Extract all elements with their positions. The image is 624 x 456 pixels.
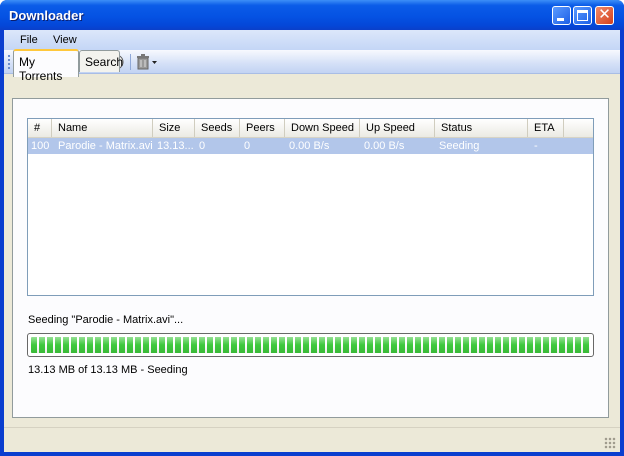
resize-grip[interactable] bbox=[604, 437, 616, 449]
tab-search-label: Search bbox=[85, 55, 124, 69]
cell-num: 100 bbox=[31, 140, 50, 152]
column-header-status[interactable]: Status bbox=[435, 119, 528, 137]
column-header-seeds[interactable]: Seeds bbox=[195, 119, 240, 137]
cell-peers: 0 bbox=[244, 140, 251, 152]
maximize-icon bbox=[577, 10, 588, 21]
status-bar bbox=[4, 427, 620, 452]
tab-search[interactable]: Search bbox=[79, 50, 124, 72]
column-header-num[interactable]: # bbox=[28, 119, 52, 137]
status-line: Seeding "Parodie - Matrix.avi"... bbox=[28, 314, 184, 326]
list-header: # Name Size Seeds Peers Down Speed Up Sp… bbox=[28, 119, 593, 138]
chevron-down-icon bbox=[152, 61, 157, 64]
close-icon: ✕ bbox=[598, 6, 611, 23]
tab-my-torrents[interactable]: My Torrents bbox=[13, 49, 79, 83]
minimize-button[interactable] bbox=[552, 6, 571, 25]
delete-icon bbox=[137, 54, 157, 70]
cell-size: 13.13... bbox=[157, 140, 193, 152]
cell-seeds: 0 bbox=[199, 140, 206, 152]
column-header-name[interactable]: Name bbox=[52, 119, 153, 137]
title-bar[interactable]: Downloader ✕ bbox=[0, 0, 624, 30]
cell-down-speed: 0.00 B/s bbox=[289, 140, 330, 152]
minimize-icon bbox=[557, 18, 564, 21]
cell-name: Parodie - Matrix.avi bbox=[58, 140, 152, 152]
maximize-button[interactable] bbox=[573, 6, 592, 25]
column-header-size[interactable]: Size bbox=[153, 119, 195, 137]
progress-fill bbox=[31, 337, 590, 353]
window-title: Downloader bbox=[9, 8, 84, 23]
progress-bar bbox=[27, 333, 594, 357]
column-header-peers[interactable]: Peers bbox=[240, 119, 285, 137]
cell-up-speed: 0.00 B/s bbox=[364, 140, 405, 152]
tab-my-torrents-label: My Torrents bbox=[19, 55, 63, 83]
torrent-list[interactable]: # Name Size Seeds Peers Down Speed Up Sp… bbox=[27, 118, 594, 296]
column-header-eta[interactable]: ETA bbox=[528, 119, 564, 137]
column-header-up-speed[interactable]: Up Speed bbox=[360, 119, 435, 137]
menu-bar: File View bbox=[4, 30, 620, 50]
size-line: 13.13 MB of 13.13 MB - Seeding bbox=[28, 364, 188, 376]
cell-status: Seeding bbox=[439, 140, 480, 152]
menu-view[interactable]: View bbox=[53, 34, 77, 46]
toolbar-separator bbox=[130, 54, 131, 70]
close-button[interactable]: ✕ bbox=[595, 6, 614, 25]
app-window: Downloader ✕ File View My Torrents Searc… bbox=[0, 0, 624, 456]
table-row[interactable]: 100 Parodie - Matrix.avi 13.13... 0 0 0.… bbox=[28, 138, 593, 154]
menu-file[interactable]: File bbox=[20, 34, 38, 46]
column-header-down-speed[interactable]: Down Speed bbox=[285, 119, 360, 137]
toolbar-grip[interactable] bbox=[8, 55, 10, 69]
delete-button[interactable] bbox=[135, 53, 161, 71]
cell-eta: - bbox=[534, 140, 538, 152]
